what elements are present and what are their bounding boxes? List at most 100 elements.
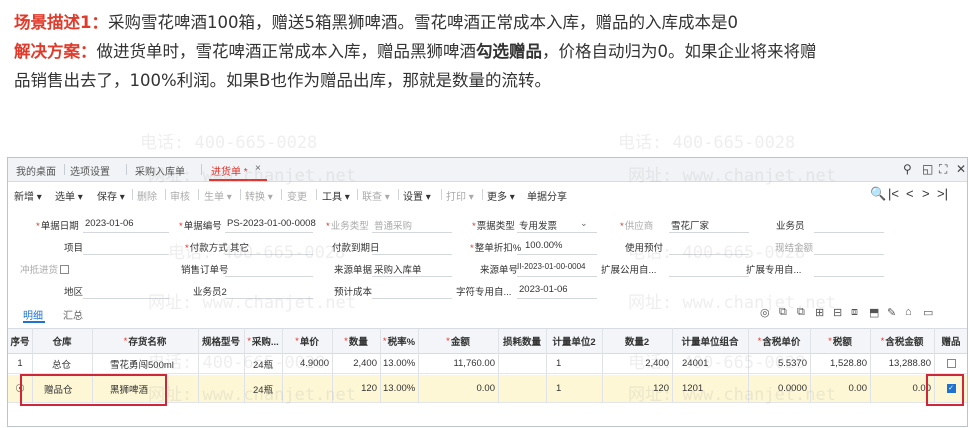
row-spec[interactable]	[198, 354, 244, 373]
convert-button[interactable]: 转换 ▾	[245, 188, 273, 203]
col-tax-rate: * 税率%	[382, 335, 416, 349]
source-no-field[interactable]: II-2023-01-00-0004	[517, 262, 586, 271]
tab-purchase-inbound[interactable]: 采购入库单	[135, 163, 185, 178]
discount-label: *整单折扣%	[470, 243, 522, 254]
discount-field[interactable]: 100.00%	[525, 240, 563, 251]
window-icon[interactable]: ▭	[923, 306, 933, 319]
table-row[interactable]: 1 总仓 雪花勇闯500ml 24瓶 4.9000 2,400 13.00% 1…	[8, 354, 967, 374]
row-unit2[interactable]: 1	[546, 375, 602, 402]
supplier-field[interactable]: 雪花厂家	[671, 218, 709, 232]
row-gift[interactable]	[934, 354, 967, 373]
change-button[interactable]: 变更	[287, 188, 307, 203]
tab-desktop[interactable]: 我的桌面	[16, 163, 56, 178]
maximize-icon[interactable]: ⛶	[939, 162, 947, 177]
chevron-down-icon[interactable]: ⌄	[580, 218, 588, 229]
doc-date-label: *单据日期	[36, 221, 79, 232]
print-button[interactable]: 打印 ▾	[446, 188, 474, 203]
row-tax-price[interactable]: 0.0000	[748, 375, 810, 402]
more-button[interactable]: 更多 ▾	[487, 188, 515, 203]
row-tax-rate[interactable]: 13.00%	[380, 354, 418, 373]
edit-icon[interactable]: ✎	[887, 306, 896, 319]
share-button[interactable]: 单据分享	[527, 188, 567, 203]
row-tax-rate[interactable]: 13.00%	[380, 375, 418, 402]
locate-icon[interactable]: 🔍	[870, 186, 886, 202]
pay-method-field[interactable]: 其它	[230, 240, 249, 254]
new-button[interactable]: 新增 ▾	[14, 188, 42, 203]
row-tax-total[interactable]: 0.00	[870, 375, 934, 402]
next-record-icon[interactable]: >	[922, 186, 930, 201]
source-type-field[interactable]: 采购入库单	[374, 262, 422, 276]
row-item[interactable]: 雪花勇闯500ml	[92, 354, 198, 373]
row-spec[interactable]	[198, 375, 244, 402]
row-qty[interactable]: 2,400	[332, 354, 380, 373]
paste-icon[interactable]: ⧉	[797, 306, 805, 319]
delete-button[interactable]: 删除	[137, 188, 157, 203]
audit-button[interactable]: 审核	[170, 188, 190, 203]
save-button[interactable]: 保存 ▾	[97, 188, 125, 203]
row-loss[interactable]	[498, 375, 546, 402]
insert-row-icon[interactable]: ⊞	[815, 306, 824, 319]
gift-row-highlight	[20, 374, 167, 406]
generate-button[interactable]: 生单 ▾	[204, 188, 232, 203]
desc-line-3: 品销售出去了，100%利润。如果B也作为赠品出库，那就是数量的流转。	[14, 66, 964, 95]
row-unit2[interactable]: 1	[546, 354, 602, 373]
doc-date-field[interactable]: 2023-01-06	[85, 218, 134, 229]
copy-icon[interactable]: ⧉	[779, 306, 787, 319]
biz-type-field[interactable]: 普通采购	[374, 218, 412, 232]
row-price[interactable]: 4.9000	[282, 354, 332, 373]
column-icon[interactable]: ⬒	[869, 306, 879, 319]
active-tab-indicator	[209, 179, 267, 181]
close-icon[interactable]: ✕	[956, 162, 966, 176]
char-private-field[interactable]: 2023-01-06	[519, 284, 568, 295]
gift-checkbox[interactable]	[946, 359, 956, 368]
first-record-icon[interactable]: |<	[888, 186, 899, 201]
search-icon[interactable]: ⚲	[903, 162, 912, 176]
scenario-description: 场景描述1：采购雪花啤酒100箱，赠送5箱黑狮啤酒。雪花啤酒正常成本入库，赠品的…	[14, 8, 964, 95]
query-button[interactable]: 联查 ▾	[362, 188, 390, 203]
row-amount[interactable]: 11,760.00	[418, 354, 498, 373]
grid-header: 序号 仓库 * 存货名称 规格型号 * 采购... * 单价 * 数量 * 税率% * 金额…	[8, 328, 967, 354]
home-icon[interactable]: ⌂	[905, 306, 912, 318]
row-unit-combo[interactable]: 24001	[672, 354, 748, 373]
row-qty2[interactable]: 120	[602, 375, 672, 402]
row-unit[interactable]: 24瓶	[244, 354, 282, 373]
active-subtab-indicator	[23, 321, 45, 323]
row-loss[interactable]	[498, 354, 546, 373]
row-tax-amount[interactable]: 0.00	[810, 375, 870, 402]
tools-button[interactable]: 工具 ▾	[322, 188, 350, 203]
tab-purchase-order[interactable]: 进货单 *	[211, 163, 248, 178]
select-button[interactable]: 选单 ▾	[55, 188, 83, 203]
batch-icon[interactable]: ⧈	[851, 306, 858, 319]
doc-no-field[interactable]: PS-2023-01-00-0008	[227, 218, 316, 229]
row-tax-price[interactable]: 5.5370	[748, 354, 810, 373]
location-icon[interactable]: ◎	[760, 306, 770, 319]
row-seq: 1	[17, 358, 23, 369]
tab-options[interactable]: 选项设置	[70, 163, 110, 178]
row-qty[interactable]: 120	[332, 375, 380, 402]
col-unit: * 采购...	[247, 335, 279, 349]
row-unit[interactable]: 24瓶	[244, 375, 282, 402]
settings-button[interactable]: 设置 ▾	[403, 188, 431, 203]
col-tax-total: * 含税金额	[880, 335, 924, 349]
restore-icon[interactable]: ◱	[922, 162, 933, 176]
delete-row-icon[interactable]: ⊟	[833, 306, 842, 319]
col-unit-combo: 计量单位组合	[681, 337, 739, 348]
col-price: * 单价	[295, 335, 319, 349]
col-unit2: 计量单位2	[552, 337, 596, 348]
offset-checkbox[interactable]	[60, 265, 70, 274]
row-amount[interactable]: 0.00	[418, 375, 498, 402]
tab-detail[interactable]: 明细	[23, 307, 43, 322]
tab-close-icon[interactable]: ×	[255, 163, 261, 174]
row-warehouse[interactable]: 总仓	[32, 354, 92, 373]
prepay-label: 使用预付	[625, 243, 664, 254]
last-record-icon[interactable]: >|	[937, 186, 948, 201]
row-unit-combo[interactable]: 1201	[672, 375, 748, 402]
detail-tabs: 明细 汇总 ◎ ⧉ ⧉ ⊞ ⊟ ⧈ ⬒ ✎ ⌂ ▭	[8, 305, 967, 323]
row-tax-amount[interactable]: 1,528.80	[810, 354, 870, 373]
row-qty2[interactable]: 2,400	[602, 354, 672, 373]
invoice-type-select[interactable]: 专用发票	[519, 218, 557, 232]
row-price[interactable]	[282, 375, 332, 402]
previous-record-icon[interactable]: <	[906, 186, 914, 201]
tab-summary[interactable]: 汇总	[63, 307, 83, 322]
row-tax-total[interactable]: 13,288.80	[870, 354, 934, 373]
